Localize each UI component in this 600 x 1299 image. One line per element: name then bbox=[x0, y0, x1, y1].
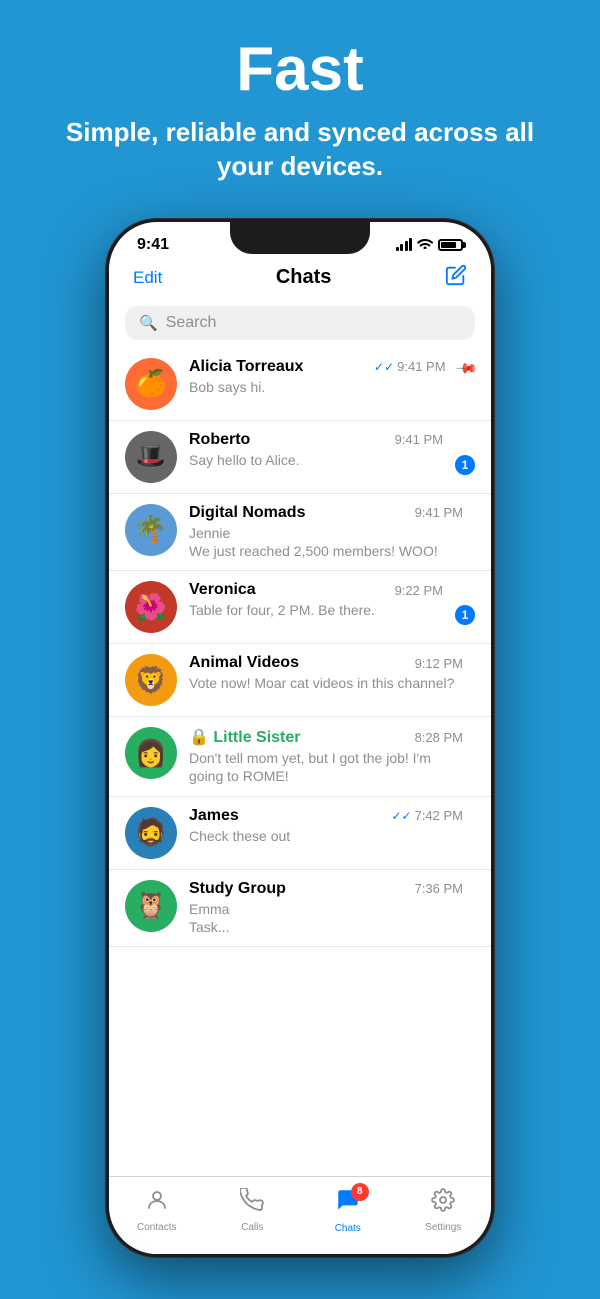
chat-name-digital: Digital Nomads bbox=[189, 504, 305, 522]
chat-meta-alicia: 📌 bbox=[458, 358, 475, 377]
badge-roberto: 1 bbox=[455, 455, 475, 475]
chat-time-study: 7:36 PM bbox=[415, 881, 463, 896]
chat-item-animal[interactable]: 🦁 Animal Videos 9:12 PM Vote now! Moar cat … bbox=[109, 644, 491, 717]
double-check-icon: ✓✓ bbox=[391, 809, 411, 823]
app-header: Fast Simple, reliable and synced across … bbox=[0, 0, 600, 208]
avatar-animal: 🦁 bbox=[125, 654, 177, 706]
pin-icon-alicia: 📌 bbox=[454, 356, 478, 380]
chat-preview-digital: JennieWe just reached 2,500 members! WOO… bbox=[189, 524, 463, 560]
chat-name-james: James bbox=[189, 807, 239, 825]
chat-time-animal: 9:12 PM bbox=[415, 656, 463, 671]
contacts-icon bbox=[145, 1191, 169, 1218]
double-check-icon: ✓✓ bbox=[374, 360, 394, 374]
app-title: Fast bbox=[40, 36, 560, 104]
tab-contacts[interactable]: Contacts bbox=[122, 1188, 192, 1233]
chat-meta-roberto: 1 bbox=[455, 431, 475, 475]
avatar-veronica: 🌺 bbox=[125, 581, 177, 633]
chat-item-veronica[interactable]: 🌺 Veronica 9:22 PM Table for four, 2 PM. Be… bbox=[109, 571, 491, 644]
phone-notch bbox=[230, 222, 370, 254]
chat-list: 🍊 Alicia Torreaux ✓✓ 9:41 PM Bob says hi. 📌 🎩… bbox=[109, 348, 491, 947]
chat-name-roberto: Roberto bbox=[189, 431, 250, 449]
tab-chats[interactable]: 8Chats bbox=[313, 1187, 383, 1234]
avatar-sister: 👩 bbox=[125, 727, 177, 779]
tab-label-calls: Calls bbox=[241, 1222, 263, 1233]
tab-label-settings: Settings bbox=[425, 1222, 461, 1233]
chat-name-veronica: Veronica bbox=[189, 581, 256, 599]
chat-preview-animal: Vote now! Moar cat videos in this channe… bbox=[189, 674, 463, 692]
chat-meta-veronica: 1 bbox=[455, 581, 475, 625]
chat-sender-digital: Jennie bbox=[189, 525, 230, 541]
chat-sender-study: Emma bbox=[189, 901, 229, 917]
search-container: 🔍 Search bbox=[109, 300, 491, 348]
chat-time-alicia: ✓✓ 9:41 PM bbox=[374, 359, 446, 374]
phone-frame: 9:41 bbox=[105, 218, 495, 1258]
chat-time-james: ✓✓ 7:42 PM bbox=[391, 808, 463, 823]
chat-item-alicia[interactable]: 🍊 Alicia Torreaux ✓✓ 9:41 PM Bob says hi. 📌 bbox=[109, 348, 491, 421]
tab-label-chats: Chats bbox=[335, 1223, 361, 1234]
chat-name-animal: Animal Videos bbox=[189, 654, 299, 672]
chat-time-digital: 9:41 PM bbox=[415, 505, 463, 520]
chat-name-sister: 🔒 Little Sister bbox=[189, 727, 301, 747]
nav-title: Chats bbox=[276, 266, 332, 289]
calls-icon bbox=[240, 1191, 264, 1218]
tab-badge-chats: 8 bbox=[351, 1183, 369, 1201]
avatar-roberto: 🎩 bbox=[125, 431, 177, 483]
chat-name-alicia: Alicia Torreaux bbox=[189, 358, 303, 376]
search-bar[interactable]: 🔍 Search bbox=[125, 306, 475, 340]
chat-preview-james: Check these out bbox=[189, 827, 463, 845]
avatar-digital: 🌴 bbox=[125, 504, 177, 556]
avatar-study: 🦉 bbox=[125, 880, 177, 932]
chat-item-james[interactable]: 🧔 James ✓✓ 7:42 PM Check these out bbox=[109, 797, 491, 870]
wifi-icon bbox=[417, 237, 433, 252]
chat-preview-alicia: Bob says hi. bbox=[189, 378, 446, 396]
badge-veronica: 1 bbox=[455, 605, 475, 625]
edit-button[interactable]: Edit bbox=[133, 268, 162, 288]
tab-settings[interactable]: Settings bbox=[408, 1188, 478, 1233]
avatar-alicia: 🍊 bbox=[125, 358, 177, 410]
chat-item-sister[interactable]: 👩 🔒 Little Sister 8:28 PM Don't tell mom ye… bbox=[109, 717, 491, 796]
status-time: 9:41 bbox=[137, 236, 169, 254]
chat-item-roberto[interactable]: 🎩 Roberto 9:41 PM Say hello to Alice. 1 bbox=[109, 421, 491, 494]
app-subtitle: Simple, reliable and synced across all y… bbox=[40, 116, 560, 184]
chat-preview-sister: Don't tell mom yet, but I got the job! I… bbox=[189, 749, 463, 785]
tab-calls[interactable]: Calls bbox=[217, 1188, 287, 1233]
tab-label-contacts: Contacts bbox=[137, 1222, 176, 1233]
chat-time-roberto: 9:41 PM bbox=[395, 432, 443, 447]
status-icons bbox=[396, 237, 464, 252]
tab-bar: ContactsCalls8ChatsSettings bbox=[109, 1176, 491, 1254]
chat-item-digital[interactable]: 🌴 Digital Nomads 9:41 PM JennieWe just reac… bbox=[109, 494, 491, 571]
search-placeholder: Search bbox=[166, 314, 217, 332]
battery-icon bbox=[438, 239, 463, 251]
chat-time-sister: 8:28 PM bbox=[415, 730, 463, 745]
phone-screen: 9:41 bbox=[109, 222, 491, 1254]
signal-icon bbox=[396, 238, 413, 251]
compose-button[interactable] bbox=[445, 264, 467, 292]
chat-time-veronica: 9:22 PM bbox=[395, 583, 443, 598]
chat-item-study[interactable]: 🦉 Study Group 7:36 PM EmmaTask... bbox=[109, 870, 491, 947]
search-icon: 🔍 bbox=[139, 314, 158, 332]
chat-name-study: Study Group bbox=[189, 880, 286, 898]
chat-preview-study: EmmaTask... bbox=[189, 900, 463, 936]
settings-icon bbox=[431, 1191, 455, 1218]
nav-bar: Edit Chats bbox=[109, 260, 491, 300]
phone-mockup: 9:41 bbox=[0, 208, 600, 1258]
chat-preview-veronica: Table for four, 2 PM. Be there. bbox=[189, 601, 443, 619]
avatar-james: 🧔 bbox=[125, 807, 177, 859]
chat-preview-roberto: Say hello to Alice. bbox=[189, 451, 443, 469]
